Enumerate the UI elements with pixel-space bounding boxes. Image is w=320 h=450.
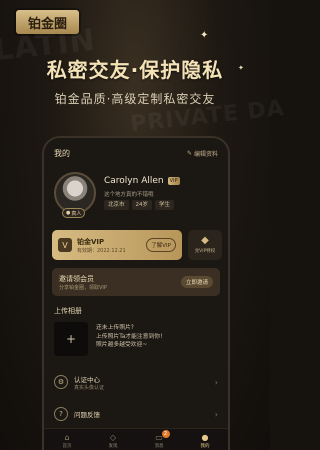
learn-vip-button[interactable]: 了解VIP <box>146 238 176 252</box>
menu-item-text: 问题反馈 <box>74 409 100 419</box>
edit-profile-label: 编辑资料 <box>193 151 218 158</box>
unread-badge: 2 <box>161 430 170 438</box>
tag-city: 北京市 <box>104 200 129 210</box>
page-title: 我的 <box>54 149 70 158</box>
tab-label: 首页 <box>62 444 72 449</box>
tab-profile[interactable]: ● 我的 <box>200 433 210 450</box>
menu-item-label: 问题反馈 <box>74 411 100 419</box>
vip-info: 铂金VIP 有效期：2022.12.21 <box>77 237 126 254</box>
phone-mockup: 我的 ✎ 编辑资料 ● 真人 Carolyn Allen VIP 这个地方真的不… <box>42 136 230 450</box>
menu-item-label: 认证中心 <box>74 375 100 384</box>
album-hint-line: 上传照片Ta才能注意到你! <box>96 333 163 340</box>
real-person-badge: ● 真人 <box>62 208 86 218</box>
chevron-right-icon: › <box>214 377 218 387</box>
tab-label: 我的 <box>200 444 210 449</box>
verified-icon: ● <box>66 210 71 216</box>
feedback-icon: ? <box>54 407 68 421</box>
tab-bar: ⌂ 首页 ◇ 发现 ▭ 2 消息 ● 我的 <box>44 428 228 450</box>
edit-icon: ✎ <box>186 150 192 157</box>
menu-item-text: 认证中心 真实头像认证 <box>74 374 104 391</box>
album-title: 上传相册 <box>54 307 82 315</box>
diamond-icon: ◆ <box>201 235 209 246</box>
album-hint-line: 照片越多越受欢迎~ <box>96 342 148 348</box>
tag-age: 24岁 <box>131 200 153 210</box>
home-icon: ⌂ <box>64 433 70 442</box>
edit-profile-button[interactable]: ✎ 编辑资料 <box>187 149 218 158</box>
profile-section: ● 真人 Carolyn Allen VIP 这个地方真的不错哦 北京市 24岁… <box>54 172 218 222</box>
invite-info: 邀请领会员 分享铂金圈，领取VIP <box>59 274 107 291</box>
invite-now-button[interactable]: 立即邀请 <box>180 276 213 288</box>
headline: 私密交友·保护隐私 <box>46 58 224 82</box>
invite-title: 邀请领会员 <box>59 274 94 283</box>
tab-home[interactable]: ⌂ 首页 <box>62 433 72 450</box>
upload-photo-button[interactable]: + <box>54 322 88 356</box>
menu-item-sub: 真实头像认证 <box>74 384 105 391</box>
vip-privilege-button[interactable]: ◆ 兑VIP特权 <box>188 230 222 260</box>
privilege-label: 兑VIP特权 <box>194 249 216 254</box>
vip-title: 铂金VIP <box>77 237 105 246</box>
vip-tag: VIP <box>167 177 180 185</box>
user-name: Carolyn Allen <box>104 176 164 186</box>
discover-icon: ◇ <box>109 433 117 442</box>
album-hint: 还未上传照片? 上传照片Ta才能注意到你! 照片越多越受欢迎~ <box>96 324 162 350</box>
gear-icon: ⚙ <box>54 375 68 389</box>
tab-discover[interactable]: ◇ 发现 <box>108 433 118 450</box>
tab-label: 发现 <box>108 444 118 449</box>
vip-card[interactable]: V 铂金VIP 有效期：2022.12.21 了解VIP <box>52 230 182 260</box>
menu-item-verification[interactable]: ⚙ 认证中心 真实头像认证 › <box>54 372 218 392</box>
invite-subtitle: 分享铂金圈，领取VIP <box>59 284 107 291</box>
vip-expiry: 有效期：2022.12.21 <box>77 247 126 254</box>
tag-occupation: 学生 <box>155 200 175 210</box>
phone-screen: 我的 ✎ 编辑资料 ● 真人 Carolyn Allen VIP 这个地方真的不… <box>44 138 228 450</box>
name-row: Carolyn Allen VIP <box>104 176 180 186</box>
real-person-label: 真人 <box>71 210 82 217</box>
tab-label: 消息 <box>154 444 164 449</box>
screen-header: 我的 ✎ 编辑资料 <box>54 148 218 159</box>
tab-messages[interactable]: ▭ 2 消息 <box>154 430 170 449</box>
brand-tag: 铂金圈 <box>16 10 80 34</box>
invite-card[interactable]: 邀请领会员 分享铂金圈，领取VIP 立即邀请 <box>52 268 220 296</box>
sparkle-icon: ✦ <box>200 30 209 41</box>
album-hint-line: 还未上传照片? <box>96 325 134 331</box>
subline: 铂金品质·高级定制私密交友 <box>54 92 216 106</box>
profile-icon: ● <box>201 433 209 442</box>
menu-item-feedback[interactable]: ? 问题反馈 › <box>54 404 218 424</box>
vip-emblem-icon: V <box>58 238 72 252</box>
user-bio: 这个地方真的不错哦 <box>104 192 154 198</box>
chevron-right-icon: › <box>214 409 218 419</box>
user-tags: 北京市 24岁 学生 <box>104 200 175 210</box>
plus-icon: + <box>65 332 77 346</box>
